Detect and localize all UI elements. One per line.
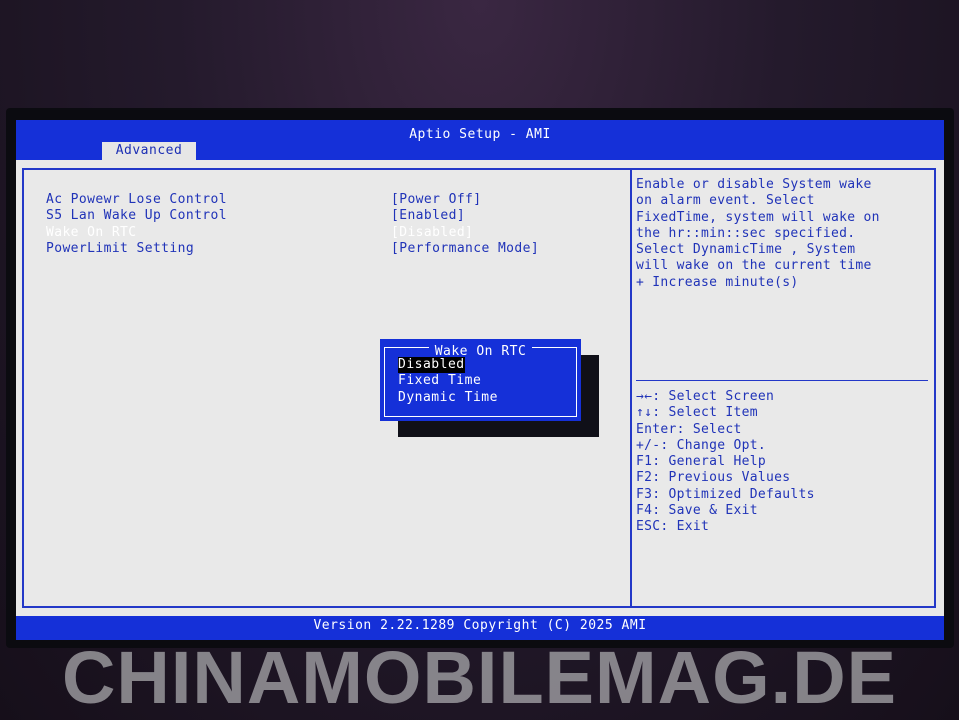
key-f1: F1: General Help	[636, 454, 767, 470]
key-change-opt: +/-: Change Opt.	[636, 437, 767, 453]
key-select-item: ↑↓: Select Item	[636, 405, 758, 421]
title-bar: Aptio Setup - AMI Advanced	[16, 120, 944, 160]
setting-powerlimit[interactable]: PowerLimit Setting [Performance Mode]	[46, 241, 606, 257]
key-f2: F2: Previous Values	[636, 470, 791, 486]
watermark: CHINAMOBILEMAG.DE	[61, 636, 898, 719]
setting-label: Wake On RTC	[46, 224, 137, 240]
setting-ac-power-loss[interactable]: Ac Powewr Lose Control [Power Off]	[46, 192, 606, 208]
popup-option-disabled[interactable]: Disabled	[398, 357, 465, 374]
setting-wake-on-rtc[interactable]: Wake On RTC [Disabled]	[46, 225, 606, 241]
panel-divider	[630, 168, 632, 608]
app-title: Aptio Setup - AMI	[409, 127, 551, 142]
setting-label: S5 Lan Wake Up Control	[46, 208, 227, 224]
key-legend: →←: Select Screen ↑↓: Select Item Enter:…	[636, 389, 930, 536]
help-divider	[636, 380, 928, 381]
key-f4: F4: Save & Exit	[636, 503, 758, 519]
setting-value[interactable]: [Enabled]	[391, 208, 465, 223]
key-enter: Enter: Select	[636, 421, 742, 437]
key-select-screen: →←: Select Screen	[636, 389, 775, 404]
settings-list: Ac Powewr Lose Control [Power Off] S5 La…	[46, 192, 606, 257]
setting-label: PowerLimit Setting	[46, 240, 195, 256]
setting-value[interactable]: [Disabled]	[391, 225, 473, 240]
key-f3: F3: Optimized Defaults	[636, 486, 815, 502]
wake-on-rtc-popup: Wake On RTC Disabled Fixed Time Dynamic …	[380, 339, 581, 421]
setting-value[interactable]: [Performance Mode]	[391, 241, 539, 256]
popup-options: Disabled Fixed Time Dynamic Time	[398, 357, 498, 406]
setting-value[interactable]: [Power Off]	[391, 192, 482, 207]
popup-option-dynamic-time[interactable]: Dynamic Time	[398, 390, 498, 406]
setting-label: Ac Powewr Lose Control	[46, 192, 227, 207]
help-text: Enable or disable System wake on alarm e…	[636, 177, 880, 290]
bios-screen: Aptio Setup - AMI Advanced Ac Powewr Los…	[16, 120, 944, 640]
key-esc: ESC: Exit	[636, 519, 710, 535]
popup-option-fixed-time[interactable]: Fixed Time	[398, 373, 481, 389]
setting-s5-lan-wake[interactable]: S5 Lan Wake Up Control [Enabled]	[46, 208, 606, 224]
tab-advanced[interactable]: Advanced	[102, 142, 196, 160]
version-text: Version 2.22.1289 Copyright (C) 2025 AMI	[313, 618, 647, 633]
